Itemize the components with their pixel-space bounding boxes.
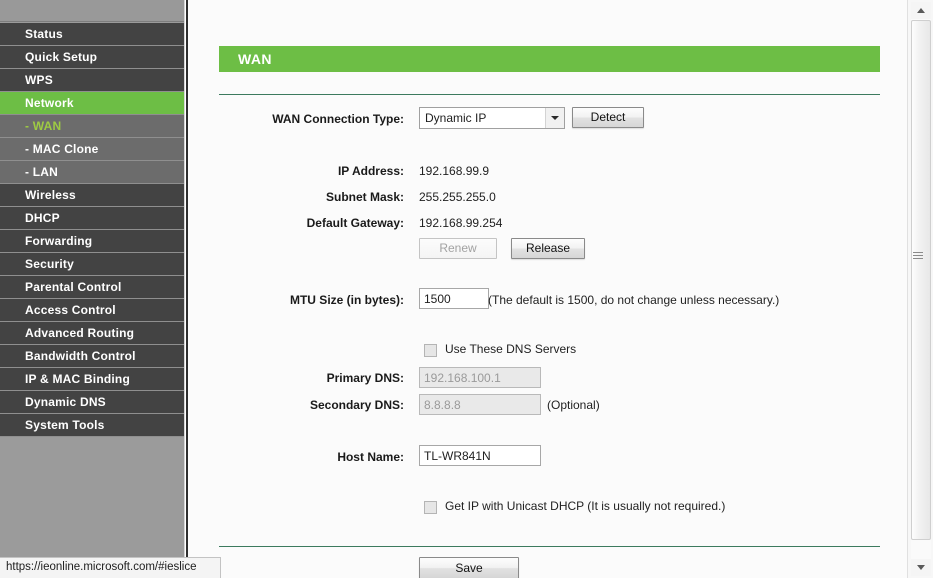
sidebar-top-strip	[0, 0, 184, 22]
host-name-input[interactable]	[419, 445, 541, 466]
release-button[interactable]: Release	[511, 238, 585, 259]
sidebar-item-bandwidth-control[interactable]: Bandwidth Control	[0, 345, 184, 368]
detect-button[interactable]: Detect	[572, 107, 644, 128]
sidebar-menu-list: Status Quick Setup WPS Network - WAN - MAC Cl…	[0, 23, 184, 437]
sidebar-item-ip-mac-binding[interactable]: IP & MAC Binding	[0, 368, 184, 391]
wan-connection-type-select[interactable]: Dynamic IP	[419, 107, 565, 129]
sidebar-item-quick-setup[interactable]: Quick Setup	[0, 46, 184, 69]
ip-address-value: 192.168.99.9	[419, 164, 490, 178]
mtu-size-label: MTU Size (in bytes):	[289, 293, 404, 307]
browser-viewport: Status Quick Setup WPS Network - WAN - MAC Cl…	[0, 0, 933, 578]
sidebar-item-forwarding[interactable]: Forwarding	[0, 230, 184, 253]
sidebar-item-dhcp[interactable]: DHCP	[0, 207, 184, 230]
save-button[interactable]: Save	[419, 557, 519, 578]
subnet-mask-value: 255.255.255.0	[419, 190, 496, 204]
scrollbar-thumb[interactable]	[911, 20, 931, 540]
sidebar-item-system-tools[interactable]: System Tools	[0, 414, 184, 437]
mtu-size-note: (The default is 1500, do not change unle…	[488, 293, 780, 307]
renew-button[interactable]: Renew	[419, 238, 497, 259]
chevron-down-icon[interactable]	[545, 108, 564, 128]
primary-dns-label: Primary DNS:	[326, 371, 404, 385]
sidebar-item-wan[interactable]: - WAN	[0, 115, 184, 138]
sidebar-item-access-control[interactable]: Access Control	[0, 299, 184, 322]
default-gateway-value: 192.168.99.254	[419, 216, 503, 230]
scroll-down-arrow-icon[interactable]	[911, 559, 931, 576]
secondary-dns-optional-note: (Optional)	[547, 398, 600, 412]
wan-connection-type-label: WAN Connection Type:	[272, 112, 404, 126]
vertical-scrollbar[interactable]	[907, 0, 933, 578]
subnet-mask-label: Subnet Mask:	[325, 190, 404, 204]
sidebar-item-lan[interactable]: - LAN	[0, 161, 184, 184]
default-gateway-label: Default Gateway:	[306, 216, 404, 230]
sidebar-item-mac-clone[interactable]: - MAC Clone	[0, 138, 184, 161]
sidebar-content-divider	[184, 0, 188, 578]
sidebar-navigation: Status Quick Setup WPS Network - WAN - MAC Cl…	[0, 0, 184, 578]
ip-address-label: IP Address:	[337, 164, 404, 178]
sidebar-item-status[interactable]: Status	[0, 23, 184, 46]
sidebar-item-wireless[interactable]: Wireless	[0, 184, 184, 207]
secondary-dns-input[interactable]	[419, 394, 541, 415]
host-name-label: Host Name:	[337, 450, 404, 464]
unicast-dhcp-checkbox[interactable]	[424, 501, 437, 514]
page-title: WAN	[238, 51, 272, 67]
section-divider-bottom	[219, 546, 880, 547]
main-content-panel: WAN WAN Connection Type: Dynamic IP Dete…	[190, 0, 907, 578]
sidebar-item-dynamic-dns[interactable]: Dynamic DNS	[0, 391, 184, 414]
use-dns-servers-label: Use These DNS Servers	[445, 342, 577, 356]
browser-status-bar: https://ieonline.microsoft.com/#ieslice	[0, 557, 221, 578]
scrollbar-grip-icon[interactable]	[913, 252, 923, 261]
section-divider-top	[219, 94, 880, 95]
secondary-dns-label: Secondary DNS:	[309, 398, 404, 412]
sidebar-item-wps[interactable]: WPS	[0, 69, 184, 92]
use-dns-servers-checkbox[interactable]	[424, 344, 437, 357]
sidebar-item-security[interactable]: Security	[0, 253, 184, 276]
unicast-dhcp-label: Get IP with Unicast DHCP (It is usually …	[445, 499, 726, 513]
mtu-size-input[interactable]	[419, 288, 489, 309]
page-header-bar: WAN	[219, 46, 880, 72]
sidebar-item-network[interactable]: Network	[0, 92, 184, 115]
wan-connection-type-value: Dynamic IP	[425, 111, 487, 125]
sidebar-item-parental-control[interactable]: Parental Control	[0, 276, 184, 299]
primary-dns-input[interactable]	[419, 367, 541, 388]
sidebar-item-advanced-routing[interactable]: Advanced Routing	[0, 322, 184, 345]
scroll-up-arrow-icon[interactable]	[911, 2, 931, 19]
